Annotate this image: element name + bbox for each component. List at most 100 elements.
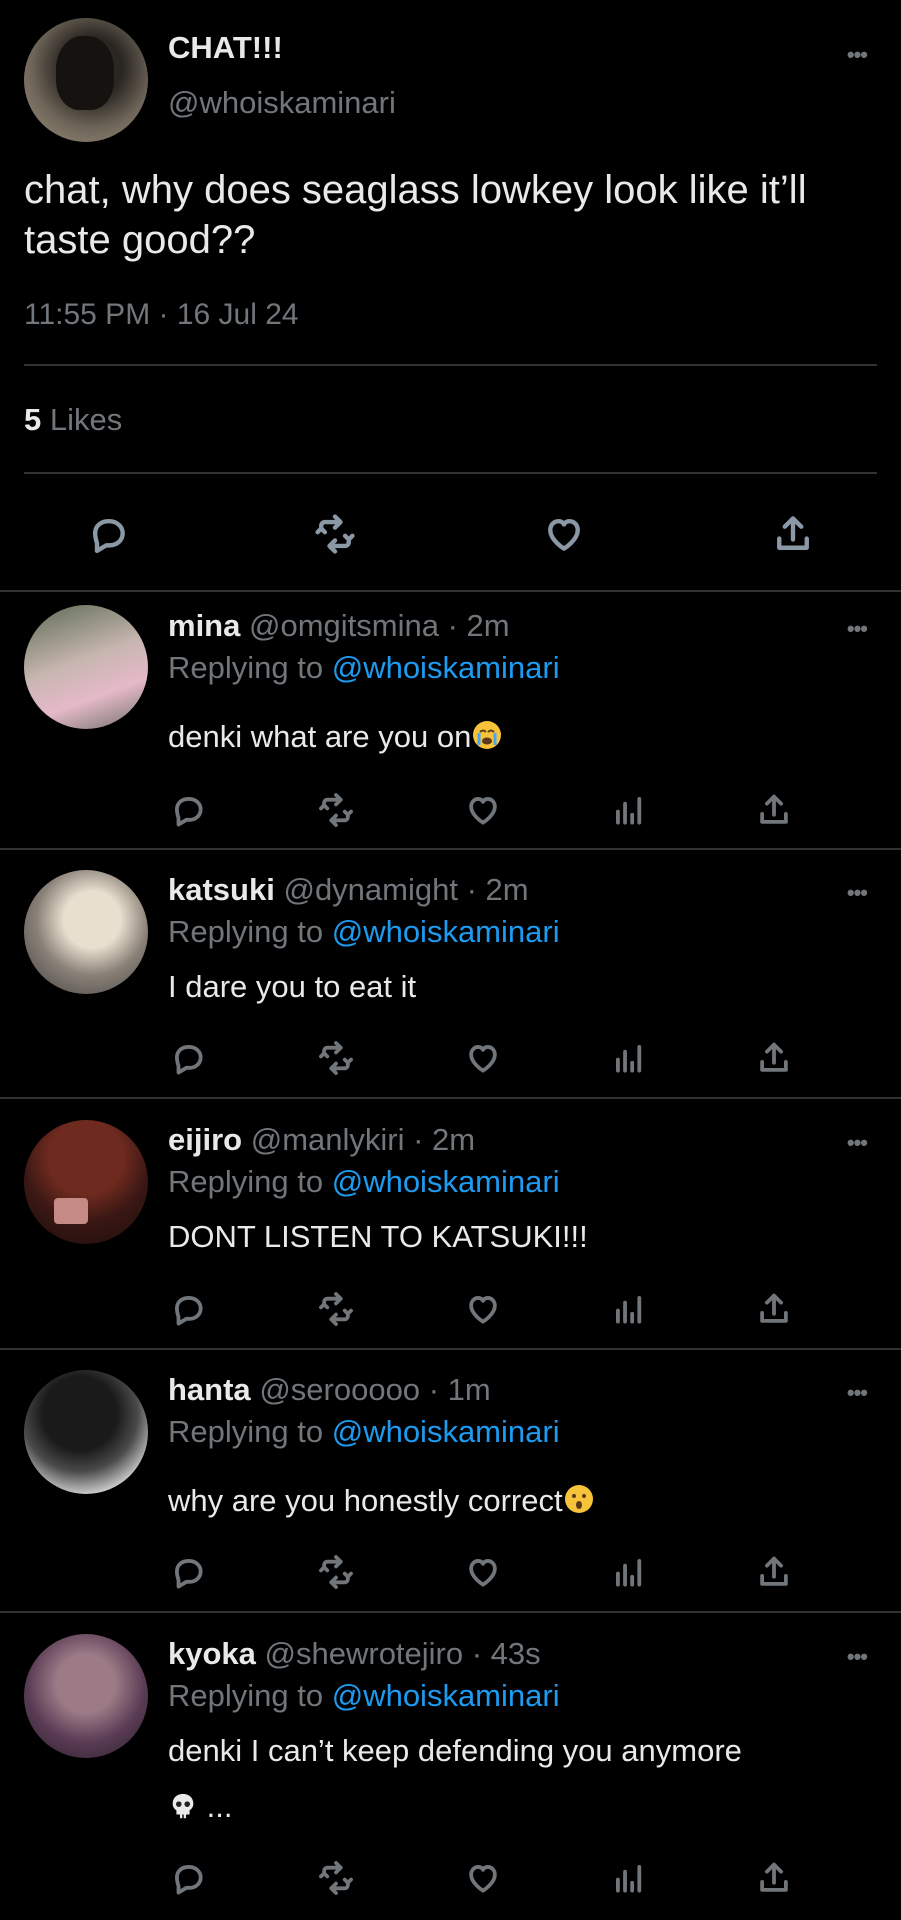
reply-text: I dare you to eat it — [168, 969, 417, 1004]
replying-handle[interactable]: @whoiskaminari — [332, 1414, 560, 1449]
likes-count: 5 — [24, 402, 42, 437]
share-icon[interactable] — [752, 1287, 796, 1331]
share-icon[interactable] — [752, 1856, 796, 1900]
retweet-icon[interactable] — [314, 1550, 358, 1594]
reply-time[interactable]: · 43s — [472, 1636, 541, 1671]
reply-time[interactable]: · 2m — [448, 608, 510, 643]
likes-label: Likes — [49, 402, 123, 437]
replying-label: Replying to — [168, 914, 324, 949]
crying-face-icon — [473, 721, 502, 749]
reply-text-line2: ... — [168, 1786, 841, 1828]
reply-avatar[interactable] — [24, 1370, 148, 1494]
main-display-name[interactable]: CHAT!!! — [168, 30, 283, 66]
replying-handle[interactable]: @whoiskaminari — [332, 650, 560, 685]
retweet-icon[interactable] — [314, 1287, 358, 1331]
reply-icon[interactable] — [166, 1856, 210, 1900]
analytics-icon[interactable] — [607, 1550, 651, 1594]
replying-to: Replying to @whoiskaminari — [168, 914, 560, 950]
replying-handle[interactable]: @whoiskaminari — [332, 1678, 560, 1713]
reply-icon[interactable] — [166, 788, 210, 832]
reply-avatar[interactable] — [24, 1634, 148, 1758]
reply-icon[interactable] — [166, 1036, 210, 1080]
divider — [24, 472, 877, 474]
share-icon[interactable] — [752, 788, 796, 832]
replying-to: Replying to @whoiskaminari — [168, 650, 560, 686]
reply-text-ellipsis: ... — [206, 1789, 233, 1824]
reply-text: why are you honestly correct — [168, 1480, 841, 1522]
divider — [0, 1611, 901, 1613]
more-icon[interactable]: ••• — [847, 1130, 868, 1156]
reply-time[interactable]: · 2m — [413, 1122, 475, 1157]
more-icon[interactable]: ••• — [847, 616, 868, 642]
likes-stat[interactable]: 5 Likes — [24, 402, 122, 438]
share-icon[interactable] — [752, 1036, 796, 1080]
reply-avatar[interactable] — [24, 605, 148, 729]
reply-header: eijiro @manlykiri · 2m — [168, 1122, 475, 1158]
main-tweet-text: chat, why does seaglass lowkey look like… — [24, 168, 807, 262]
divider — [0, 590, 901, 592]
replying-to: Replying to @whoiskaminari — [168, 1164, 560, 1200]
reply-text-body: denki what are you on — [168, 719, 472, 754]
replying-to: Replying to @whoiskaminari — [168, 1414, 560, 1450]
retweet-icon[interactable] — [311, 510, 359, 558]
replying-handle[interactable]: @whoiskaminari — [332, 1164, 560, 1199]
avatar-cat-shape — [56, 36, 114, 110]
reply-name[interactable]: katsuki — [168, 872, 275, 907]
replying-to: Replying to @whoiskaminari — [168, 1678, 560, 1714]
main-avatar[interactable] — [24, 18, 148, 142]
like-icon[interactable] — [461, 1287, 505, 1331]
analytics-icon[interactable] — [607, 1036, 651, 1080]
avatar-phone-shape — [54, 1198, 88, 1224]
main-handle[interactable]: @whoiskaminari — [168, 85, 396, 121]
like-icon[interactable] — [461, 1036, 505, 1080]
reply-handle[interactable]: @serooooo — [259, 1372, 420, 1407]
reply-avatar[interactable] — [24, 1120, 148, 1244]
reply-time[interactable]: · 1m — [429, 1372, 491, 1407]
reply-icon[interactable] — [166, 1550, 210, 1594]
retweet-icon[interactable] — [314, 1856, 358, 1900]
astonished-face-icon — [564, 1485, 593, 1513]
analytics-icon[interactable] — [607, 788, 651, 832]
more-icon[interactable]: ••• — [847, 880, 868, 906]
replying-label: Replying to — [168, 1678, 324, 1713]
more-icon[interactable]: ••• — [847, 42, 868, 68]
reply-name[interactable]: kyoka — [168, 1636, 256, 1671]
reply-avatar[interactable] — [24, 870, 148, 994]
reply-header: mina @omgitsmina · 2m — [168, 608, 510, 644]
reply-name[interactable]: eijiro — [168, 1122, 242, 1157]
reply-text: denki I can’t keep defending you anymore — [168, 1733, 742, 1768]
more-icon[interactable]: ••• — [847, 1644, 868, 1670]
reply-text: DONT LISTEN TO KATSUKI!!! — [168, 1219, 588, 1254]
replying-handle[interactable]: @whoiskaminari — [332, 914, 560, 949]
reply-handle[interactable]: @shewrotejiro — [265, 1636, 464, 1671]
main-timestamp[interactable]: 11:55 PM · 16 Jul 24 — [24, 298, 299, 332]
like-icon[interactable] — [461, 788, 505, 832]
reply-handle[interactable]: @dynamight — [283, 872, 458, 907]
more-icon[interactable]: ••• — [847, 1380, 868, 1406]
like-icon[interactable] — [461, 1550, 505, 1594]
replying-label: Replying to — [168, 1164, 324, 1199]
reply-handle[interactable]: @manlykiri — [251, 1122, 405, 1157]
retweet-icon[interactable] — [314, 1036, 358, 1080]
reply-time[interactable]: · 2m — [467, 872, 529, 907]
reply-icon[interactable] — [84, 510, 132, 558]
replying-label: Replying to — [168, 650, 324, 685]
reply-name[interactable]: mina — [168, 608, 240, 643]
reply-header: katsuki @dynamight · 2m — [168, 872, 529, 908]
like-icon[interactable] — [540, 510, 588, 558]
replying-label: Replying to — [168, 1414, 324, 1449]
analytics-icon[interactable] — [607, 1856, 651, 1900]
analytics-icon[interactable] — [607, 1287, 651, 1331]
reply-header: hanta @serooooo · 1m — [168, 1372, 491, 1408]
divider — [0, 848, 901, 850]
divider — [0, 1097, 901, 1099]
reply-handle[interactable]: @omgitsmina — [249, 608, 439, 643]
like-icon[interactable] — [461, 1856, 505, 1900]
share-icon[interactable] — [769, 510, 817, 558]
divider — [24, 364, 877, 366]
retweet-icon[interactable] — [314, 788, 358, 832]
share-icon[interactable] — [752, 1550, 796, 1594]
reply-name[interactable]: hanta — [168, 1372, 251, 1407]
reply-header: kyoka @shewrotejiro · 43s — [168, 1636, 541, 1672]
reply-icon[interactable] — [166, 1287, 210, 1331]
